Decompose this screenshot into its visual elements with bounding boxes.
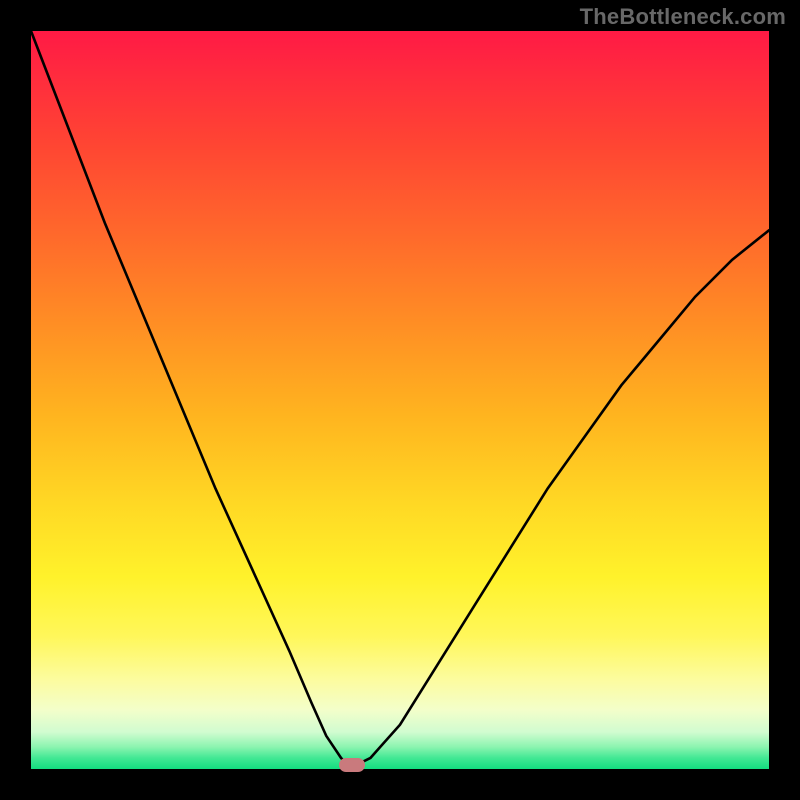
curve-path — [31, 31, 769, 765]
chart-frame: TheBottleneck.com — [0, 0, 800, 800]
plot-area — [31, 31, 769, 769]
watermark-text: TheBottleneck.com — [580, 4, 786, 30]
optimal-point-marker — [339, 758, 365, 772]
bottleneck-curve — [31, 31, 769, 769]
